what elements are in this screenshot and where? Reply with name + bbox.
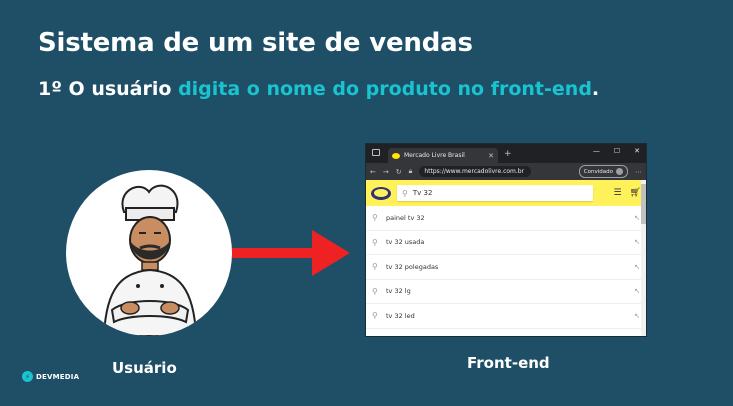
- tab-title: Mercado Livre Brasil: [404, 152, 465, 159]
- suggestion-item[interactable]: ⚲ tv 32 usada ↖: [366, 231, 646, 255]
- minimize-icon[interactable]: —: [593, 147, 600, 155]
- frontend-label: Front-end: [467, 354, 550, 372]
- fill-arrow-icon[interactable]: ↖: [634, 238, 640, 246]
- suggestion-text: tv 32 led: [386, 311, 415, 320]
- suggestion-text: painel tv 32: [386, 213, 425, 222]
- search-icon: ⚲: [372, 311, 378, 321]
- chef-avatar-icon: [102, 184, 198, 336]
- subtitle-prefix: 1º O usuário: [38, 78, 179, 100]
- arrow-right-icon: [232, 230, 350, 276]
- search-value: Tv 32: [412, 189, 433, 197]
- maximize-icon[interactable]: ☐: [614, 147, 620, 155]
- fill-arrow-icon[interactable]: ↖: [634, 263, 640, 271]
- menu-icon[interactable]: ☰: [613, 188, 621, 198]
- slide-subtitle: 1º O usuário digita o nome do produto no…: [38, 78, 599, 100]
- suggestion-text: tv 32 lg: [386, 287, 411, 296]
- search-icon: ⚲: [372, 237, 378, 247]
- url-field[interactable]: https://www.mercadolivre.com.br: [419, 166, 532, 177]
- more-icon[interactable]: ⋯: [635, 168, 642, 176]
- suggestion-item[interactable]: ⚲ tv 32 led ↖: [366, 304, 646, 329]
- user-avatar: [66, 170, 232, 336]
- mercadolivre-logo-icon[interactable]: [371, 186, 391, 200]
- search-icon: ⚲: [372, 286, 378, 296]
- close-window-icon[interactable]: ✕: [634, 147, 640, 155]
- suggestion-text: tv 32 usada: [386, 238, 425, 247]
- subtitle-suffix: .: [591, 78, 600, 100]
- back-icon[interactable]: ←: [370, 168, 376, 176]
- scrollbar[interactable]: [641, 180, 646, 336]
- suggestion-item[interactable]: ⚲ painel tv 32 ↖: [366, 206, 646, 231]
- suggestion-item[interactable]: ⚲ tv 32 polegadas ↖: [366, 255, 646, 280]
- new-tab-icon[interactable]: +: [504, 149, 512, 159]
- tab-close-icon[interactable]: ✕: [488, 152, 494, 160]
- suggestion-text: tv 32 polegadas: [386, 262, 439, 271]
- reload-icon[interactable]: ↻: [396, 168, 402, 176]
- search-input[interactable]: ⚲ Tv 32: [397, 185, 593, 201]
- browser-tab-bar: Mercado Livre Brasil ✕ + — ☐ ✕: [366, 144, 646, 163]
- subtitle-highlight: digita o nome do produto no front-end: [178, 78, 592, 100]
- favicon-icon: [392, 152, 400, 159]
- fill-arrow-icon[interactable]: ↖: [634, 214, 640, 222]
- user-label: Usuário: [112, 359, 177, 377]
- forward-icon[interactable]: →: [383, 168, 389, 176]
- brand-name: DEVMEDIA: [36, 372, 80, 381]
- search-icon: ⚲: [402, 188, 408, 198]
- suggestion-list: ⚲ painel tv 32 ↖ ⚲ tv 32 usada ↖ ⚲ tv 32 pole…: [366, 206, 646, 329]
- site-header: ⚲ Tv 32 ☰ 🛒︎: [366, 180, 646, 206]
- fill-arrow-icon[interactable]: ↖: [634, 312, 640, 320]
- profile-icon: [616, 168, 623, 175]
- scrollbar-thumb[interactable]: [641, 184, 646, 224]
- search-icon: ⚲: [372, 262, 378, 272]
- incognito-label: Convidado: [583, 168, 613, 175]
- window-controls: — ☐ ✕: [593, 147, 640, 155]
- cart-icon[interactable]: 🛒︎: [630, 188, 641, 198]
- brand-logo: ⚡︎ DEVMEDIA: [22, 371, 79, 382]
- address-bar: ← → ↻ 🔒︎ https://www.mercadolivre.com.br…: [366, 163, 646, 180]
- suggestion-item[interactable]: ⚲ tv 32 lg ↖: [366, 280, 646, 304]
- incognito-badge[interactable]: Convidado: [578, 165, 628, 178]
- lock-icon: 🔒︎: [408, 167, 413, 175]
- tab-actions-icon[interactable]: [372, 149, 380, 156]
- browser-screenshot: Mercado Livre Brasil ✕ + — ☐ ✕ ← → ↻ 🔒︎ …: [366, 144, 646, 336]
- fill-arrow-icon[interactable]: ↖: [634, 287, 640, 295]
- slide-title: Sistema de um site de vendas: [38, 28, 473, 58]
- browser-tab[interactable]: Mercado Livre Brasil ✕: [388, 148, 498, 163]
- search-icon: ⚲: [372, 213, 378, 223]
- devmedia-logo-icon: ⚡︎: [22, 371, 33, 382]
